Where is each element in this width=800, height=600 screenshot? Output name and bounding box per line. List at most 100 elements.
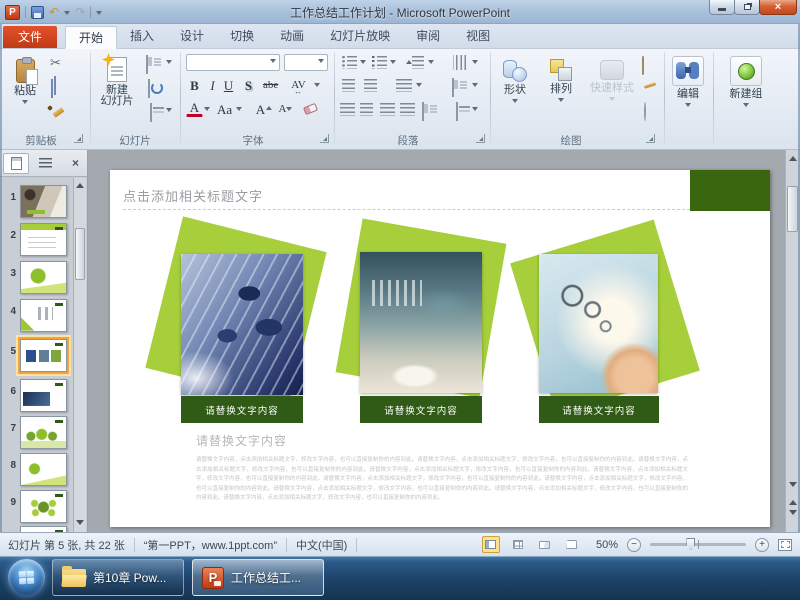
scrollbar-thumb[interactable] [787,186,798,232]
tab-outline[interactable] [32,153,58,174]
slide-image-2[interactable] [360,252,482,393]
bullets-dropdown-icon[interactable] [360,60,366,67]
copy-icon[interactable] [51,79,53,98]
tab-view[interactable]: 视图 [453,25,503,48]
restore-button[interactable] [734,0,760,15]
smartart-dropdown-icon[interactable] [472,107,478,114]
slide-image-1[interactable] [181,254,303,395]
language-indicator[interactable]: 中文(中国) [296,537,347,553]
tab-slideshow[interactable]: 幻灯片放映 [317,25,403,48]
slide-subtitle-placeholder[interactable]: 请替换文字内容 [196,432,287,449]
tab-file[interactable]: 文件 [3,26,57,48]
columns-dropdown-icon[interactable] [416,83,422,90]
panel-scrollbar[interactable] [73,178,86,532]
reset-slide-icon[interactable] [148,79,150,98]
normal-view-button[interactable] [482,536,500,553]
section-icon[interactable] [150,103,152,122]
editing-button[interactable]: 编辑 [668,53,708,131]
align-right-icon[interactable] [380,103,395,116]
columns-icon[interactable] [396,79,412,92]
drawing-dialog-launcher[interactable] [646,134,655,143]
font-dialog-launcher[interactable] [320,134,329,143]
text-shadow-button[interactable]: S [240,76,257,94]
slideshow-view-button[interactable] [563,536,581,553]
slide-thumbnail-1[interactable]: 1 [0,184,72,220]
tab-review[interactable]: 审阅 [403,25,453,48]
font-name-combobox[interactable] [186,54,280,71]
minimize-button[interactable] [709,0,735,15]
slide-body-text[interactable]: 请替换文字内容，点击添加相关标题文字，修改文字内容，也可以直接复制你的内容到此。… [196,456,688,514]
tab-design[interactable]: 设计 [167,25,217,48]
font-size-combobox[interactable] [284,54,328,71]
change-case-dropdown-icon[interactable] [236,107,242,114]
section-dropdown-icon[interactable] [166,108,172,115]
shape-effects-icon[interactable] [644,102,646,121]
zoom-in-button[interactable]: + [755,538,769,552]
layout-dropdown-icon[interactable] [166,60,172,67]
tab-animations[interactable]: 动画 [267,25,317,48]
line-spacing-dropdown-icon[interactable] [428,60,434,67]
new-slide-button[interactable]: 新建 幻灯片 [94,53,140,131]
zoom-slider-thumb[interactable] [686,538,695,550]
justify-icon[interactable] [400,103,415,116]
tab-home[interactable]: 开始 [65,26,117,49]
spacing-dropdown-icon[interactable] [314,83,320,90]
panel-close-button[interactable]: × [67,155,84,172]
close-button[interactable]: × [759,0,797,15]
bold-button[interactable]: B [186,76,203,94]
clear-formatting-icon[interactable] [303,103,318,115]
align-left-icon[interactable] [340,103,355,116]
slide-image-3[interactable] [539,254,658,393]
previous-slide-icon[interactable] [789,500,797,505]
slide-thumbnail-3[interactable]: 3 [0,260,72,296]
line-spacing-icon[interactable] [412,56,424,69]
numbering-dropdown-icon[interactable] [390,60,396,67]
image-caption-2[interactable]: 请替换文字内容 [360,396,482,423]
decrease-indent-icon[interactable] [342,79,355,92]
slide-thumbnail-5-selected[interactable]: 5 [0,338,72,374]
scroll-up-icon[interactable] [789,156,797,161]
distribute-icon[interactable] [422,102,424,121]
new-group-button[interactable]: 新建组 [720,53,772,131]
align-center-icon[interactable] [360,103,373,116]
scroll-down-icon[interactable] [76,520,84,525]
zoom-out-button[interactable]: − [627,538,641,552]
text-direction-dropdown-icon[interactable] [472,60,478,67]
quick-styles-button[interactable]: 快速样式 [586,53,638,131]
slide-thumbnail-9[interactable]: 9 [0,489,72,525]
change-case-button[interactable]: Aa [216,100,233,118]
slide-thumbnail-7[interactable]: 7 [0,415,72,451]
numbering-icon[interactable] [372,56,387,69]
align-text-dropdown-icon[interactable] [472,83,478,90]
image-caption-3[interactable]: 请替换文字内容 [539,396,659,423]
tab-transitions[interactable]: 切换 [217,25,267,48]
cut-icon[interactable]: ✂ [50,55,61,71]
shape-fill-icon[interactable] [642,56,644,75]
slide-thumbnail-8[interactable]: 8 [0,452,72,488]
reading-view-button[interactable] [536,536,554,553]
tab-insert[interactable]: 插入 [117,25,167,48]
slide-thumbnail-10[interactable]: 10 [0,525,72,532]
italic-button[interactable]: I [204,76,221,94]
start-button[interactable] [8,559,45,596]
scroll-up-icon[interactable] [76,183,84,188]
clipboard-dialog-launcher[interactable] [74,134,83,143]
align-text-icon[interactable] [452,78,454,97]
slide-thumbnail-4[interactable]: 4 [0,298,72,334]
slide-editing-area[interactable]: 点击添加相关标题文字 请替换文字内容 请替换文字内容 请替换文字内容 请替换文字… [110,170,770,527]
slide-thumbnail-2[interactable]: 2 [0,222,72,258]
paste-button[interactable]: 粘贴 [6,53,44,129]
green-header-shape[interactable] [690,170,770,211]
slide-layout-icon[interactable] [146,55,148,74]
fit-to-window-button[interactable] [778,539,792,551]
scroll-down-icon[interactable] [789,482,797,487]
underline-button[interactable]: U [220,76,237,94]
font-color-dropdown-icon[interactable] [204,107,210,114]
image-caption-1[interactable]: 请替换文字内容 [181,396,303,423]
slide-thumbnail-6[interactable]: 6 [0,378,72,414]
bullets-icon[interactable] [342,56,357,69]
taskbar-button-powerpoint[interactable]: P 工作总结工... [192,559,324,596]
strikethrough-button[interactable]: abe [262,76,279,94]
zoom-level[interactable]: 50% [596,539,618,551]
paragraph-dialog-launcher[interactable] [476,134,485,143]
